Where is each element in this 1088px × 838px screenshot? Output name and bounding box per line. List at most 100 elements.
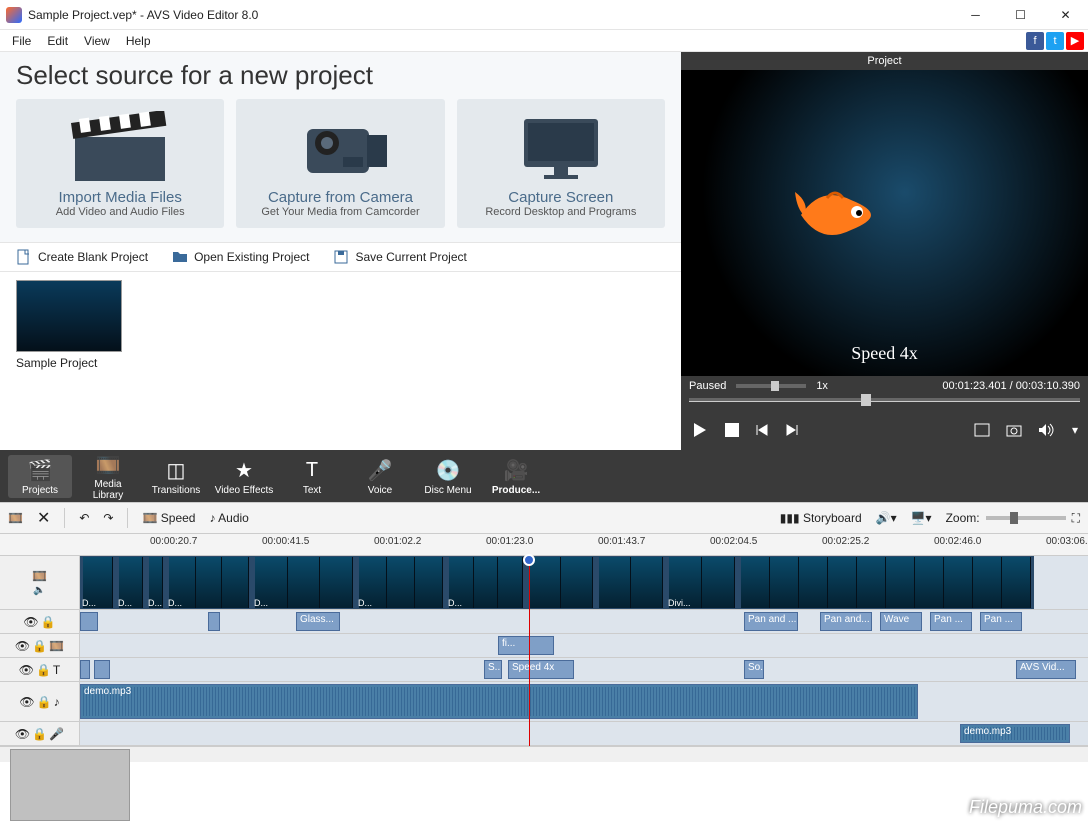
maximize-button[interactable]: ☐ <box>998 0 1043 30</box>
playback-position: 00:01:23.401 <box>942 380 1006 392</box>
timeline-clip[interactable] <box>94 660 110 679</box>
audio-track-header[interactable]: 👁🔒♪ <box>0 682 80 721</box>
timeline-clip[interactable]: Divi... <box>666 556 738 609</box>
timeline-clip[interactable]: D... <box>146 556 166 609</box>
module-disc-menu[interactable]: 💿Disc Menu <box>416 455 480 498</box>
import-media-card[interactable]: Import Media Files Add Video and Audio F… <box>16 99 224 228</box>
project-actions-row: Create Blank Project Open Existing Proje… <box>0 242 681 272</box>
prev-frame-button[interactable] <box>755 423 769 437</box>
timeline-clip[interactable] <box>80 660 90 679</box>
stop-button[interactable] <box>725 423 739 437</box>
youtube-icon[interactable]: ▶ <box>1066 32 1084 50</box>
zoom-slider[interactable] <box>986 516 1066 520</box>
capture-screen-subtitle: Record Desktop and Programs <box>465 206 657 218</box>
aspect-button[interactable]: 🖥️▾ <box>911 511 932 525</box>
timeline-clip[interactable]: Speed 4x <box>508 660 574 679</box>
volume-toolbar-button[interactable]: 🔊▾ <box>876 511 897 525</box>
timeline-clip[interactable]: So... <box>744 660 764 679</box>
module-media-library[interactable]: 🎞️Media Library <box>76 449 140 503</box>
ruler-tick: 00:01:43.7 <box>598 536 645 547</box>
minimize-button[interactable]: ─ <box>953 0 998 30</box>
facebook-icon[interactable]: f <box>1026 32 1044 50</box>
menubar: File Edit View Help f t ▶ <box>0 30 1088 52</box>
zoom-fit-button[interactable]: ⛶ <box>1072 511 1080 526</box>
timeline-clip[interactable]: Wave <box>880 612 922 631</box>
module-voice[interactable]: 🎤Voice <box>348 455 412 498</box>
menu-edit[interactable]: Edit <box>39 32 76 50</box>
module-video-effects[interactable]: ★Video Effects <box>212 455 276 498</box>
open-project-button[interactable]: Open Existing Project <box>172 249 309 265</box>
timeline-clip[interactable] <box>526 556 596 609</box>
effects-track: 👁🔒 Glass... Pan and ... Pan and... Wave Pan … <box>0 610 1088 634</box>
volume-button[interactable] <box>1038 423 1056 437</box>
blank-file-icon <box>16 249 32 265</box>
speed-button[interactable]: 🎞️ Speed <box>142 511 195 525</box>
timeline-clip[interactable]: AVS Vid... <box>1016 660 1076 679</box>
menu-help[interactable]: Help <box>118 32 159 50</box>
twitter-icon[interactable]: t <box>1046 32 1064 50</box>
volume-chevron-icon[interactable]: ▾ <box>1072 423 1078 437</box>
filmstrip-icon: 🎞️ <box>32 569 47 583</box>
snapshot-button[interactable] <box>1006 423 1022 437</box>
seek-bar[interactable] <box>681 396 1088 410</box>
timeline-clip[interactable]: demo.mp3 <box>960 724 1070 743</box>
timeline-clip[interactable] <box>80 612 98 631</box>
timeline-clip[interactable]: Pan and... <box>820 612 872 631</box>
lock-icon: 🔒 <box>41 615 56 629</box>
ruler-tick: 00:01:23.0 <box>486 536 533 547</box>
text-track-header[interactable]: 👁🔒T <box>0 658 80 681</box>
timeline-clip[interactable]: D... <box>80 556 116 609</box>
module-transitions[interactable]: ◫Transitions <box>144 455 208 498</box>
timeline-clip[interactable] <box>738 556 1034 609</box>
timeline-clip[interactable]: S... <box>484 660 502 679</box>
capture-camera-subtitle: Get Your Media from Camcorder <box>244 206 436 218</box>
menu-file[interactable]: File <box>4 32 39 50</box>
video-track-header[interactable]: 🎞️ 🔈 <box>0 556 80 609</box>
save-project-button[interactable]: Save Current Project <box>333 249 466 265</box>
timeline-ruler[interactable]: 00:00:20.700:00:41.500:01:02.200:01:23.0… <box>0 534 1088 556</box>
timeline-clip[interactable] <box>208 612 220 631</box>
play-button[interactable] <box>691 421 709 439</box>
timeline-clip[interactable]: D... <box>446 556 526 609</box>
capture-screen-card[interactable]: Capture Screen Record Desktop and Progra… <box>457 99 665 228</box>
speed-slider[interactable] <box>736 384 806 388</box>
redo-button[interactable]: ↷ <box>103 511 113 525</box>
fullscreen-button[interactable] <box>974 423 990 437</box>
project-thumbnail-label: Sample Project <box>16 356 665 370</box>
timeline-clip[interactable]: Pan and ... <box>744 612 798 631</box>
timeline-clip[interactable]: Glass... <box>296 612 340 631</box>
timeline-clip[interactable] <box>596 556 666 609</box>
module-projects[interactable]: 🎬Projects <box>8 455 72 498</box>
menu-view[interactable]: View <box>76 32 118 50</box>
timeline-clip[interactable]: D... <box>252 556 356 609</box>
text-icon: T <box>282 457 342 485</box>
split-clip-button[interactable]: 🎞️ <box>8 511 23 525</box>
capture-screen-title: Capture Screen <box>465 189 657 206</box>
undo-button[interactable]: ↶ <box>79 511 89 525</box>
audio-button[interactable]: ♪ Audio <box>209 511 248 525</box>
module-produce[interactable]: 🎥Produce... <box>484 455 548 498</box>
preview-header: Project <box>681 52 1088 70</box>
create-blank-project-button[interactable]: Create Blank Project <box>16 249 148 265</box>
delete-clip-button[interactable]: ✕ <box>37 508 50 528</box>
next-frame-button[interactable] <box>785 423 799 437</box>
preview-viewport[interactable]: Speed 4x <box>681 70 1088 376</box>
project-thumbnail[interactable] <box>16 280 122 352</box>
effects-track-header[interactable]: 👁🔒 <box>0 610 80 633</box>
mic-track-header[interactable]: 👁🔒🎤 <box>0 722 80 745</box>
horizontal-scrollbar[interactable] <box>0 746 1088 762</box>
playhead[interactable] <box>529 556 530 746</box>
timeline-clip[interactable]: Pan ... <box>980 612 1022 631</box>
storyboard-toggle[interactable]: ▮▮▮ Storyboard <box>780 511 862 525</box>
capture-camera-card[interactable]: Capture from Camera Get Your Media from … <box>236 99 444 228</box>
timeline-clip[interactable]: demo.mp3 <box>80 684 918 719</box>
overlay-track-header[interactable]: 👁🔒🎞️ <box>0 634 80 657</box>
close-button[interactable]: ✕ <box>1043 0 1088 30</box>
ruler-tick: 00:01:02.2 <box>374 536 421 547</box>
timeline-clip[interactable]: D... <box>116 556 146 609</box>
module-text[interactable]: TText <box>280 455 344 498</box>
timeline-clip[interactable]: D... <box>356 556 446 609</box>
timeline-clip[interactable]: fi... <box>498 636 554 655</box>
timeline-clip[interactable]: D... <box>166 556 252 609</box>
timeline-clip[interactable]: Pan ... <box>930 612 972 631</box>
